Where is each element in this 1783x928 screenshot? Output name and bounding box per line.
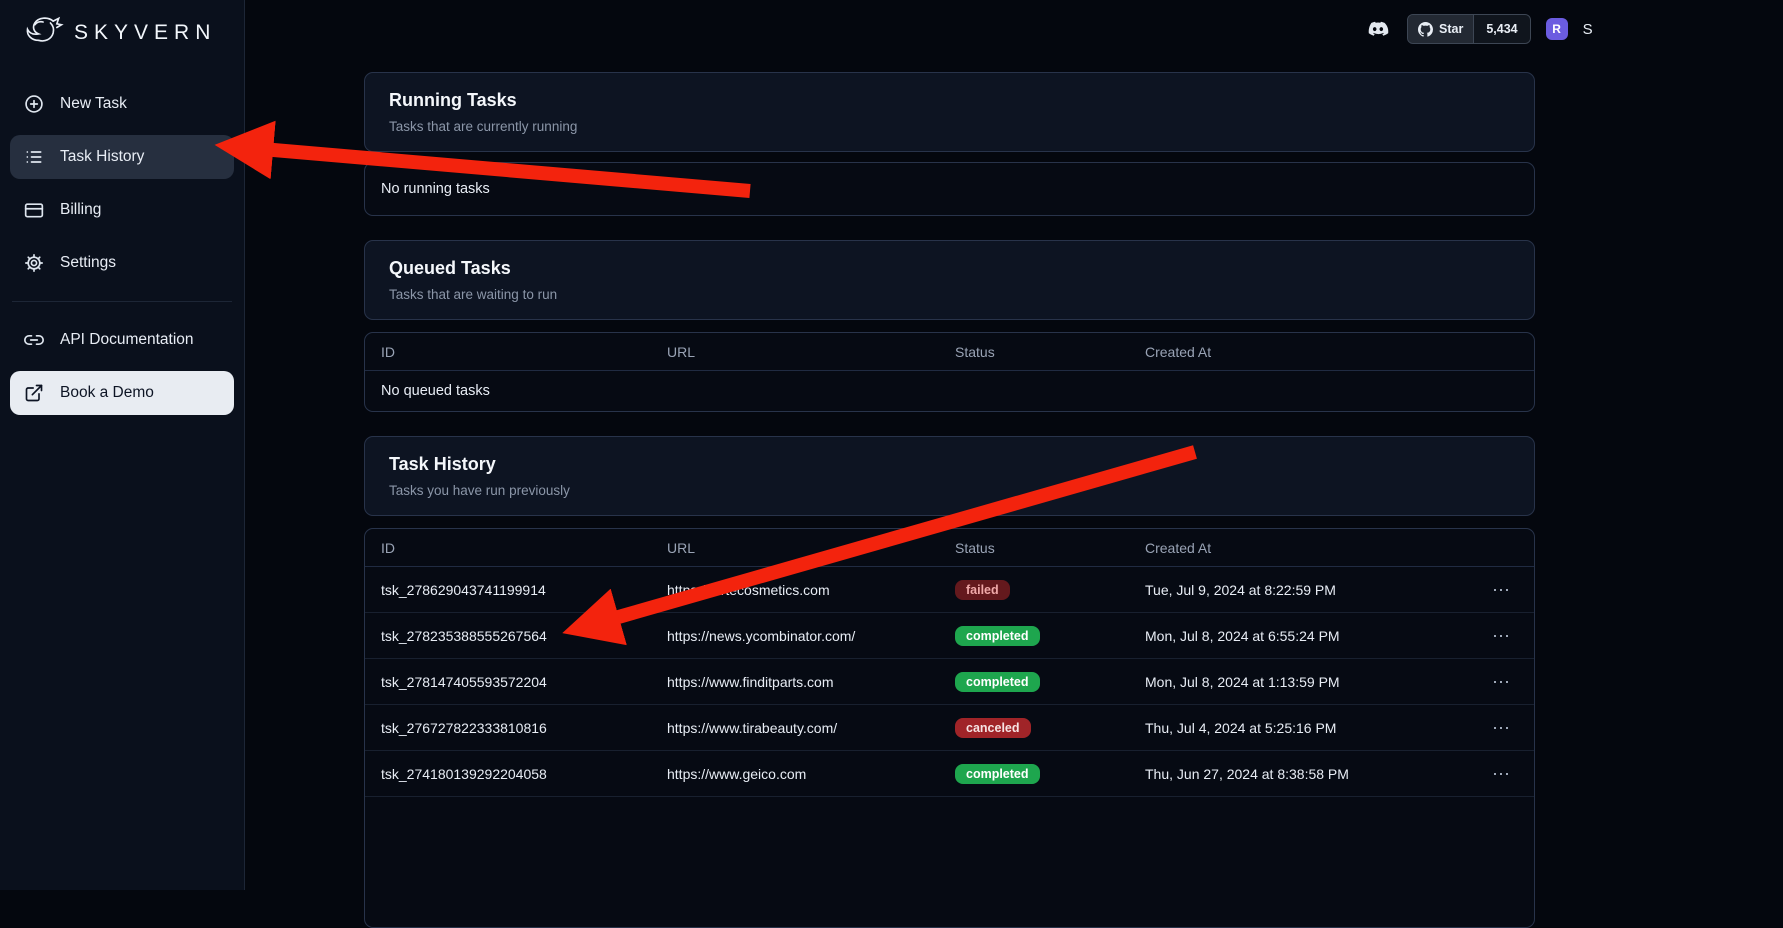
primary-nav: New Task Task History Billing Settings [10,82,234,285]
section-subtitle: Tasks that are waiting to run [389,287,1510,302]
sidebar-item-settings[interactable]: Settings [10,241,234,285]
column-header-id: ID [365,344,651,360]
list-icon [24,147,44,167]
link-icon [24,330,44,350]
status-badge: completed [955,672,1040,692]
sidebar-item-api-documentation[interactable]: API Documentation [10,318,234,362]
table-row[interactable]: tsk_278235388555267564 https://news.ycom… [365,613,1534,659]
task-id: tsk_278147405593572204 [365,674,651,690]
row-actions-button[interactable]: ⋯ [1486,579,1516,601]
table-row[interactable]: tsk_278629043741199914 https://tartecosm… [365,567,1534,613]
queued-tasks-empty-message: No queued tasks [365,371,1534,411]
column-header-id: ID [365,540,651,556]
column-header-url: URL [651,540,939,556]
running-tasks-header: Running Tasks Tasks that are currently r… [364,72,1535,152]
table-row[interactable]: tsk_274180139292204058 https://www.geico… [365,751,1534,797]
section-title: Queued Tasks [389,258,1510,279]
task-history-section: Task History Tasks you have run previous… [364,436,1535,928]
task-id: tsk_276727822333810816 [365,720,651,736]
gear-icon [24,253,44,273]
main-content: Running Tasks Tasks that are currently r… [364,72,1535,928]
status-badge: completed [955,764,1040,784]
sidebar-item-label: New Task [60,95,127,113]
task-url: https://news.ycombinator.com/ [651,628,939,644]
column-header-status: Status [939,540,1129,556]
running-tasks-empty-message: No running tasks [364,162,1535,216]
task-created-at: Mon, Jul 8, 2024 at 6:55:24 PM [1129,628,1470,644]
task-url: https://www.tirabeauty.com/ [651,720,939,736]
column-header-url: URL [651,344,939,360]
table-row[interactable]: tsk_276727822333810816 https://www.tirab… [365,705,1534,751]
github-icon [1418,22,1433,37]
github-star-button[interactable]: Star 5,434 [1407,14,1531,44]
row-actions-button[interactable]: ⋯ [1486,625,1516,647]
task-url: https://www.finditparts.com [651,674,939,690]
queued-tasks-section: Queued Tasks Tasks that are waiting to r… [364,240,1535,412]
queued-tasks-table: ID URL Status Created At No queued tasks [364,332,1535,412]
task-created-at: Tue, Jul 9, 2024 at 8:22:59 PM [1129,582,1470,598]
sidebar: SKYVERN New Task Task History Billing [0,0,245,890]
topbar: Star 5,434 R S [1362,14,1593,44]
column-header-status: Status [939,344,1129,360]
sidebar-item-billing[interactable]: Billing [10,188,234,232]
status-badge: canceled [955,718,1031,738]
sidebar-item-new-task[interactable]: New Task [10,82,234,126]
sidebar-item-task-history[interactable]: Task History [10,135,234,179]
table-row[interactable]: tsk_278147405593572204 https://www.findi… [365,659,1534,705]
status-badge: failed [955,580,1010,600]
avatar[interactable]: R [1546,18,1568,40]
status-badge: completed [955,626,1040,646]
user-name-partial: S [1583,21,1593,38]
github-star-label: Star [1439,22,1463,36]
section-subtitle: Tasks you have run previously [389,483,1510,498]
sidebar-item-label: API Documentation [60,331,194,349]
queued-tasks-header: Queued Tasks Tasks that are waiting to r… [364,240,1535,320]
task-created-at: Thu, Jul 4, 2024 at 5:25:16 PM [1129,720,1470,736]
row-actions-button[interactable]: ⋯ [1486,671,1516,693]
section-title: Running Tasks [389,90,1510,111]
task-history-header: Task History Tasks you have run previous… [364,436,1535,516]
table-header-row: ID URL Status Created At [365,333,1534,371]
task-id: tsk_278235388555267564 [365,628,651,644]
row-actions-button[interactable]: ⋯ [1486,763,1516,785]
sidebar-divider [12,301,232,302]
row-actions-button[interactable]: ⋯ [1486,717,1516,739]
sidebar-item-label: Task History [60,148,144,166]
discord-icon[interactable] [1362,17,1392,41]
task-id: tsk_278629043741199914 [365,582,651,598]
sidebar-item-label: Book a Demo [60,384,154,402]
credit-card-icon [24,200,44,220]
task-url: https://tartecosmetics.com [651,582,939,598]
brand-logo: SKYVERN [10,0,234,60]
secondary-nav: API Documentation Book a Demo [10,318,234,415]
plus-circle-icon [24,94,44,114]
skyvern-dragon-icon [22,12,66,54]
task-created-at: Thu, Jun 27, 2024 at 8:38:58 PM [1129,766,1470,782]
external-link-icon [24,383,44,403]
sidebar-item-label: Settings [60,254,116,272]
table-header-row: ID URL Status Created At [365,529,1534,567]
section-subtitle: Tasks that are currently running [389,119,1510,134]
task-created-at: Mon, Jul 8, 2024 at 1:13:59 PM [1129,674,1470,690]
sidebar-item-book-a-demo[interactable]: Book a Demo [10,371,234,415]
section-title: Task History [389,454,1510,475]
brand-name: SKYVERN [74,21,216,45]
sidebar-item-label: Billing [60,201,101,219]
github-star-count: 5,434 [1473,15,1529,43]
task-id: tsk_274180139292204058 [365,766,651,782]
column-header-created-at: Created At [1129,344,1470,360]
task-url: https://www.geico.com [651,766,939,782]
column-header-created-at: Created At [1129,540,1470,556]
task-history-table: ID URL Status Created At tsk_27862904374… [364,528,1535,928]
running-tasks-section: Running Tasks Tasks that are currently r… [364,72,1535,216]
